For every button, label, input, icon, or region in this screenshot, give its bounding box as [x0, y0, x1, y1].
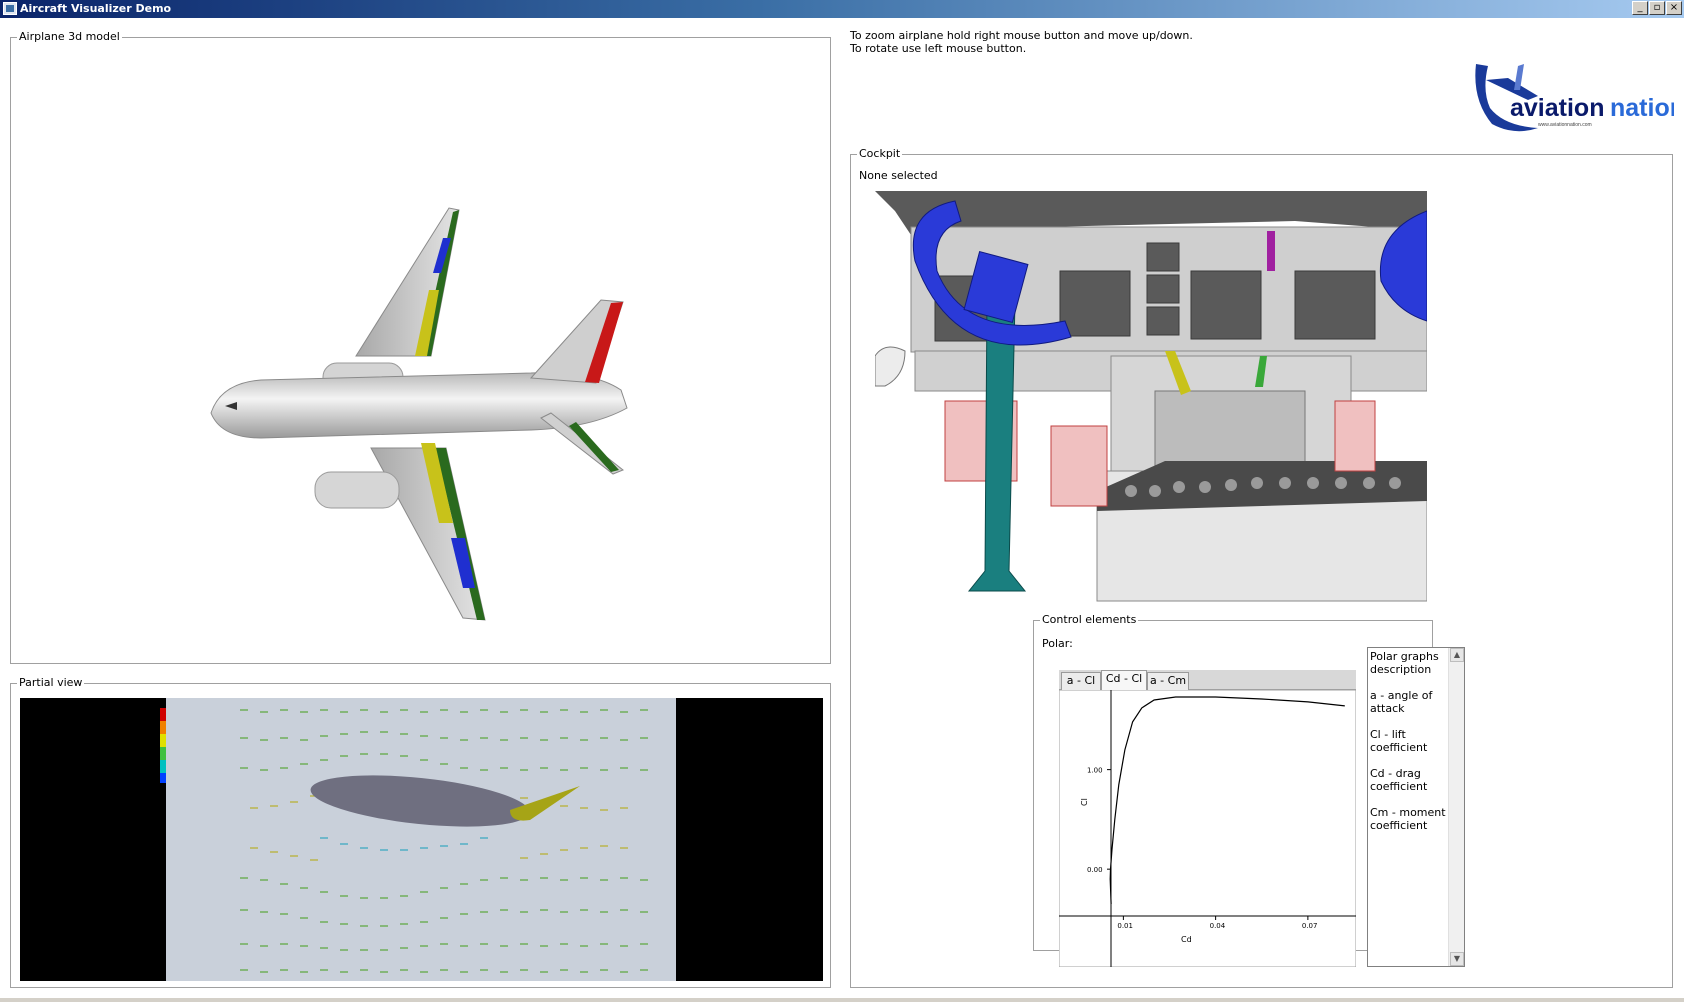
- status-strip: [0, 998, 1684, 1002]
- instructions-zoom: To zoom airplane hold right mouse button…: [850, 29, 1193, 42]
- airplane-group: Airplane 3d model: [10, 30, 831, 664]
- partial-view-title: Partial view: [17, 676, 85, 690]
- magenta-lever[interactable]: [1267, 231, 1275, 271]
- cockpit-group-title: Cockpit: [857, 147, 903, 161]
- polar-tabstrip: a - Cl Cd - Cl a - Cm: [1059, 670, 1356, 691]
- logo-url: www.aviationnation.com: [1538, 122, 1592, 128]
- tab-cd-cl[interactable]: Cd - Cl: [1101, 670, 1147, 691]
- aviationnation-logo: aviation nation www.aviationnation.com: [1475, 64, 1674, 132]
- description-item: Cl - lift coefficient: [1370, 728, 1428, 754]
- x-axis-label: Cd: [1181, 935, 1192, 944]
- instructions-rotate: To rotate use left mouse button.: [850, 42, 1027, 55]
- polar-description: Polar graphs description a - angle of at…: [1367, 647, 1465, 967]
- airplane-model[interactable]: [210, 207, 628, 621]
- cockpit-selection-label: None selected: [859, 169, 938, 182]
- control-elements-title: Control elements: [1040, 613, 1139, 627]
- y-tick-label: 1.00: [1087, 767, 1103, 775]
- instructions: To zoom airplane hold right mouse button…: [850, 29, 1350, 55]
- tab-a-cm[interactable]: a - Cm: [1147, 672, 1189, 690]
- logo-text-aviation: aviation: [1510, 94, 1604, 122]
- title-bar: Aircraft Visualizer Demo _ ▫ ×: [0, 0, 1684, 18]
- airplane-viewport[interactable]: [11, 38, 830, 663]
- description-scrollbar[interactable]: ▲ ▼: [1448, 648, 1464, 966]
- color-legend: [160, 708, 166, 783]
- x-tick-label: 0.04: [1210, 922, 1226, 930]
- maximize-button[interactable]: ▫: [1649, 1, 1665, 15]
- close-button[interactable]: ×: [1666, 1, 1682, 15]
- rudder-pedal-center[interactable]: [1050, 425, 1108, 507]
- tab-a-cl[interactable]: a - Cl: [1061, 672, 1101, 690]
- window-title: Aircraft Visualizer Demo: [20, 2, 172, 15]
- scroll-up-icon[interactable]: ▲: [1450, 648, 1464, 662]
- logo-text-nation: nation: [1610, 94, 1674, 122]
- description-item: Cd - drag coefficient: [1370, 767, 1428, 793]
- app-icon[interactable]: [3, 2, 17, 15]
- description-item: a - angle of attack: [1370, 689, 1433, 715]
- partial-view-group: Partial view: [10, 676, 831, 988]
- scroll-down-icon[interactable]: ▼: [1450, 952, 1464, 966]
- minimize-button[interactable]: _: [1632, 1, 1648, 15]
- polar-chart[interactable]: 0.01 0.04 0.07 0.00 1.00 Cd Cl: [1059, 690, 1356, 967]
- x-tick-label: 0.01: [1117, 922, 1133, 930]
- x-tick-label: 0.07: [1302, 922, 1318, 930]
- flow-field-view[interactable]: [20, 698, 823, 981]
- y-tick-label: 0.00: [1087, 866, 1103, 874]
- description-item: Cm - moment coefficient: [1370, 806, 1446, 832]
- cockpit-viewport[interactable]: [875, 191, 1427, 613]
- polar-label: Polar:: [1042, 637, 1073, 650]
- rudder-pedal-right[interactable]: [1334, 400, 1376, 472]
- description-heading: Polar graphs description: [1370, 650, 1439, 676]
- y-axis-label: Cl: [1080, 798, 1089, 806]
